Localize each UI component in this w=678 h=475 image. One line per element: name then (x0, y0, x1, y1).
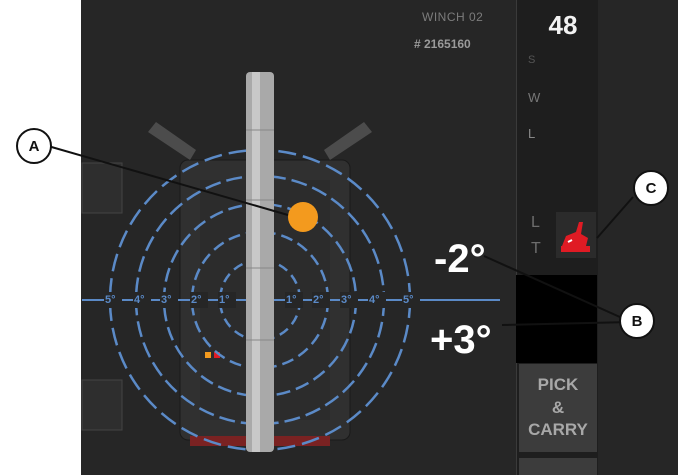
crane-boom-highlight (252, 72, 260, 452)
callout-a: A (16, 128, 52, 164)
tilt-angle-top: -2° (434, 237, 486, 281)
ring-label-l5: 5° (105, 294, 116, 306)
ring-label-r1: 1° (286, 294, 297, 306)
level-graphic (47, 72, 634, 452)
outrigger-right (324, 122, 372, 160)
ring-label-r2: 2° (313, 294, 324, 306)
tilt-angle-bottom: +3° (430, 318, 492, 362)
ring-label-l3: 3° (161, 294, 172, 306)
outrigger-left (148, 122, 196, 160)
ring-label-l1: 1° (219, 294, 230, 306)
ring-label-r3: 3° (341, 294, 352, 306)
callout-b: B (619, 303, 655, 339)
callout-c: C (633, 170, 669, 206)
ring-label-r5: 5° (403, 294, 414, 306)
left-ghost-button-bottom (81, 379, 123, 431)
level-bubble (288, 202, 318, 232)
ring-label-l4: 4° (134, 294, 145, 306)
ring-label-r4: 4° (369, 294, 380, 306)
status-light-orange (205, 352, 211, 358)
ring-label-l2: 2° (191, 294, 202, 306)
left-ghost-button-top (81, 162, 123, 214)
